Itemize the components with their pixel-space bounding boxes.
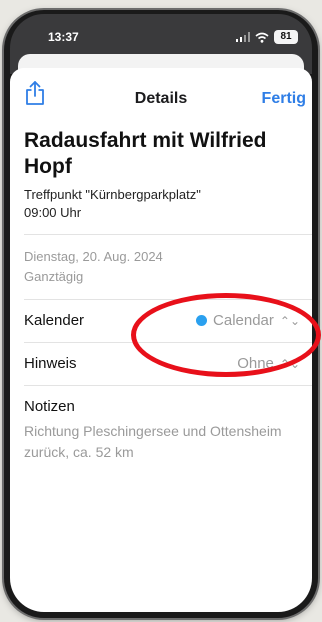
event-date: Dienstag, 20. Aug. 2024	[24, 249, 163, 264]
phone-frame: 13:37 81 Details Fertig Radausfahrt mit …	[4, 10, 318, 618]
event-location: Treffpunkt "Kürnbergparkplatz"	[24, 187, 201, 202]
chevron-up-down-icon: ⌃⌄	[279, 313, 300, 328]
notes-label: Notizen	[24, 398, 75, 415]
signal-icon	[236, 32, 250, 42]
calendar-picker[interactable]: Calendar ⌃⌄	[196, 312, 300, 329]
calendar-label: Kalender	[24, 312, 85, 329]
notes-text[interactable]: Richtung Pleschingersee und Ottensheim z…	[24, 421, 300, 463]
calendar-color-dot	[196, 315, 208, 326]
alert-row[interactable]: Hinweis Ohne ⌃⌄	[24, 343, 312, 385]
alert-picker[interactable]: Ohne ⌃⌄	[237, 355, 300, 372]
status-time: 13:37	[48, 30, 79, 44]
nav-bar: Details Fertig	[10, 68, 312, 110]
battery-icon: 81	[274, 30, 298, 44]
done-button[interactable]: Fertig	[262, 90, 306, 108]
event-details-sheet: Details Fertig Radausfahrt mit Wilfried …	[10, 68, 312, 612]
event-title: Radausfahrt mit Wilfried Hopf	[24, 129, 267, 178]
wifi-icon	[255, 32, 269, 43]
divider	[24, 234, 312, 235]
status-icons: 81	[236, 30, 298, 44]
event-all-day: Ganztägig	[24, 269, 84, 284]
alert-label: Hinweis	[24, 355, 77, 372]
calendar-row[interactable]: Kalender Calendar ⌃⌄	[24, 300, 312, 342]
alert-value: Ohne	[237, 355, 274, 372]
chevron-up-down-icon: ⌃⌄	[279, 356, 300, 371]
status-bar: 13:37 81	[10, 28, 312, 48]
event-start-time: 09:00 Uhr	[24, 205, 82, 220]
divider	[24, 385, 312, 386]
calendar-value: Calendar	[213, 312, 274, 329]
